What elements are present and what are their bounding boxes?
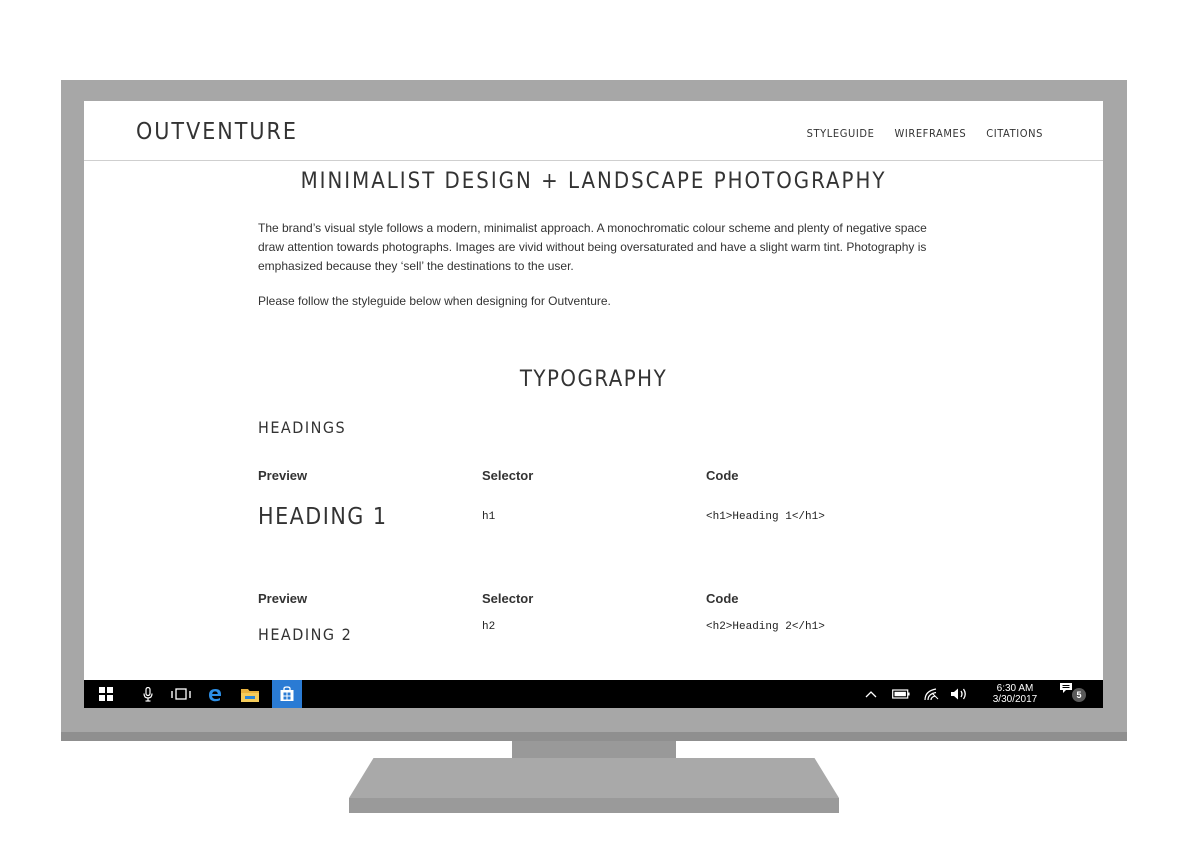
battery-icon[interactable]: [890, 680, 912, 708]
monitor-stand: [349, 758, 839, 798]
heading2-selector: h2: [482, 621, 496, 633]
heading2-preview: HEADING 2: [258, 625, 353, 644]
clock-date: 3/30/2017: [992, 694, 1038, 705]
monitor-stand-base: [349, 798, 839, 813]
file-explorer-icon[interactable]: [238, 680, 262, 708]
column-code-header: Code: [706, 591, 739, 606]
headings-subtitle: HEADINGS: [258, 418, 347, 437]
site-logo[interactable]: OUTVENTURE: [136, 119, 298, 145]
column-preview-header: Preview: [258, 591, 308, 606]
wifi-icon[interactable]: [920, 680, 942, 708]
styleguide-note: Please follow the styleguide below when …: [258, 294, 611, 308]
heading1-selector: h1: [482, 511, 496, 523]
column-preview-header: Preview: [258, 468, 308, 483]
system-clock[interactable]: 6:30 AM 3/30/2017: [984, 683, 1046, 705]
page-title: MINIMALIST DESIGN + LANDSCAPE PHOTOGRAPH…: [300, 169, 887, 194]
main-nav: STYLEGUIDE WIREFRAMES CITATIONS: [807, 127, 1043, 140]
windows-icon[interactable]: [94, 680, 118, 708]
notification-badge: 5: [1072, 688, 1086, 702]
nav-citations[interactable]: CITATIONS: [986, 127, 1043, 140]
taskbar: 6:30 AM 3/30/2017 5: [84, 680, 1103, 708]
site-header: OUTVENTURE STYLEGUIDE WIREFRAMES CITATIO…: [84, 101, 1103, 161]
volume-icon[interactable]: [948, 680, 972, 708]
column-selector-header: Selector: [482, 591, 534, 606]
typography-title: TYPOGRAPHY: [519, 367, 668, 392]
clock-time: 6:30 AM: [996, 683, 1034, 694]
microphone-icon[interactable]: [138, 680, 158, 708]
task-view-icon[interactable]: [168, 680, 194, 708]
store-icon[interactable]: [272, 680, 302, 708]
heading1-code: <h1>Heading 1</h1>: [706, 511, 825, 523]
chevron-up-icon[interactable]: [862, 680, 880, 708]
action-center-icon[interactable]: 5: [1056, 680, 1092, 708]
edge-icon[interactable]: [204, 680, 226, 708]
nav-styleguide[interactable]: STYLEGUIDE: [807, 127, 875, 140]
column-selector-header: Selector: [482, 468, 534, 483]
intro-paragraph: The brand’s visual style follows a moder…: [258, 221, 927, 273]
nav-wireframes[interactable]: WIREFRAMES: [894, 127, 966, 140]
heading1-preview: HEADING 1: [258, 504, 388, 530]
column-code-header: Code: [706, 468, 739, 483]
screen: OUTVENTURE STYLEGUIDE WIREFRAMES CITATIO…: [84, 101, 1103, 708]
heading2-code: <h2>Heading 2</h1>: [706, 621, 825, 633]
